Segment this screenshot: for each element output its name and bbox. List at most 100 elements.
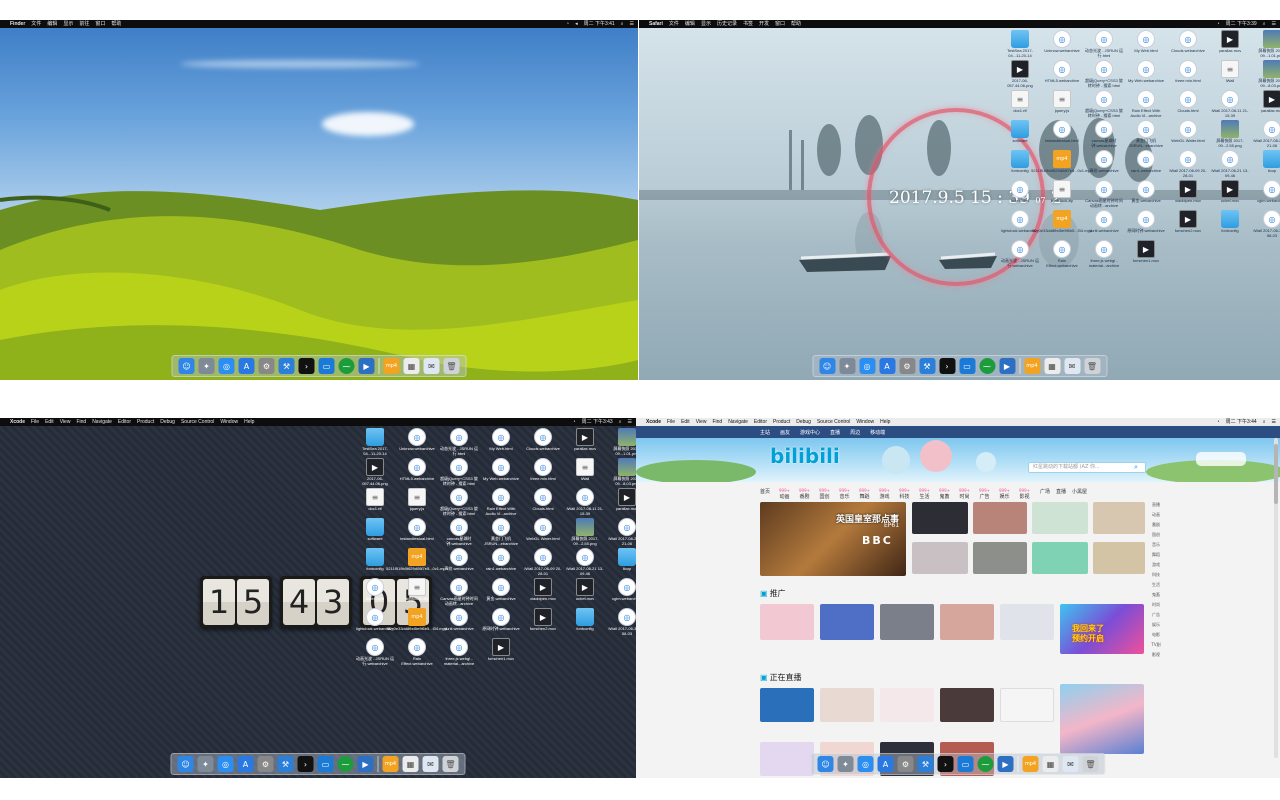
category-item[interactable]: 999+ 娱乐 [999,488,1010,500]
live-thumb[interactable] [760,688,814,722]
iwall-icon[interactable]: ⁓ [337,756,354,772]
desktop-file[interactable]: ◎ three.js webgl - material...archive [440,638,478,666]
desktop-file[interactable]: ≡ iWall [566,458,604,486]
site-search-input[interactable]: 红星跳动的下载站都 (AZ 你... [1028,462,1146,473]
wifi-icon[interactable]: ◔ [573,418,576,426]
desktop-file[interactable]: ▶parallax.mov [608,488,636,516]
trash-icon[interactable]: 🗑 [1084,358,1100,374]
video-thumb[interactable] [973,542,1027,574]
desktop-file[interactable]: ◎ HTML5.webarchive [398,458,436,486]
calculator-grid-icon[interactable]: ▦ [403,358,420,374]
desktop-file[interactable]: ◎ 超级jQuery+CSS3 旋转时钟 - 搜索.html [440,488,478,516]
xcode-icon[interactable]: ⚒ [277,756,294,772]
video-thumb[interactable] [1093,502,1145,534]
launchpad-icon[interactable]: ✦ [197,756,214,772]
app-store-icon[interactable]: A [877,756,894,772]
site-nav-link[interactable]: 主站 [760,429,770,436]
keynote-icon[interactable]: ▭ [318,358,335,374]
category-item[interactable]: 999+ 生活 [919,488,930,500]
launchpad-icon[interactable]: ✦ [839,358,855,374]
desktop-file[interactable]: ▶parallax.mov [1253,90,1280,118]
desktop-file[interactable]: ◎ 原网时钟.webarchive [482,608,520,636]
desktop-file[interactable]: ▶ ochet.mov [566,578,604,606]
iwall-icon[interactable]: ⁓ [977,756,994,772]
category-item[interactable]: 首页 [760,488,770,500]
terminal-icon[interactable]: › [298,358,315,374]
desktop-file[interactable]: fontconfig [566,608,604,636]
site-nav-link[interactable]: 周边 [850,429,860,436]
calculator-grid-icon[interactable]: ▦ [1042,756,1059,772]
menu-item[interactable]: 显示 [63,20,73,28]
desktop-file[interactable]: ◎ Rain Effect With Audio Vi...archive [1127,90,1165,118]
menu-item[interactable]: Edit [45,418,54,426]
menu-item[interactable]: Help [244,418,254,426]
trash-icon[interactable]: 🗑 [443,358,460,374]
keynote-icon[interactable]: ▭ [317,756,334,772]
desktop-file[interactable]: ◎ rain1.webarchive [482,548,520,576]
sidebar-item[interactable]: 鬼畜 [1148,592,1164,598]
notification-icon[interactable]: ☰ [630,20,634,28]
menu-item[interactable]: Help [880,418,890,426]
desktop-file[interactable]: ◎iWall 2017-06-30 15-58-03 [1253,210,1280,238]
live-thumb[interactable] [820,688,874,722]
desktop-file[interactable]: ◎ My Web.html [482,428,520,456]
calculator-grid-icon[interactable]: ▦ [402,756,419,772]
notification-icon[interactable]: ☰ [1272,418,1276,426]
xcode-icon[interactable]: ⚒ [278,358,295,374]
desktop-file[interactable]: ≡ jquery.js [398,488,436,516]
site-nav-link[interactable]: 游戏中心 [800,429,820,436]
sidebar-item[interactable]: 国创 [1148,532,1164,538]
desktop-file[interactable]: ◎iWall 2017-08-23 15-21-06 [1253,120,1280,148]
system-preferences-icon[interactable]: ⚙ [257,756,274,772]
desktop-file[interactable]: ◎ 动画光波 - JSRUN 运行.webarchive [356,638,394,666]
menu-item[interactable]: Window [220,418,238,426]
live-thumb[interactable] [940,688,994,722]
menu-item[interactable]: Navigate [92,418,112,426]
site-nav-link[interactable]: 移动端 [870,429,885,436]
wifi-icon[interactable]: ◔ [1217,20,1220,28]
side-link[interactable]: 直播 [1056,488,1066,495]
menu-item[interactable]: File [31,418,39,426]
desktop-file[interactable]: 屏幕快照 2017-09...1.01.png [1253,30,1280,58]
iwall-icon[interactable]: ⁓ [979,358,995,374]
menu-item[interactable]: 窗口 [95,20,105,28]
menu-app-name[interactable]: Finder [10,20,25,28]
system-preferences-icon[interactable]: ⚙ [897,756,914,772]
system-preferences-icon[interactable]: ⚙ [258,358,275,374]
video-thumb[interactable] [940,604,994,640]
sidebar-item[interactable]: 生活 [1148,582,1164,588]
desktop-file[interactable]: mp4 5211f519b0f629d06f7e5...0c1.mp4 [386,548,448,576]
desktop-file[interactable]: TestSea 2017-04...11-20-14 [356,428,394,456]
search-icon[interactable]: ⌕ [619,418,622,426]
search-icon[interactable]: ⌕ [1263,20,1266,28]
video-thumb[interactable] [1093,542,1145,574]
menu-item[interactable]: 书签 [743,20,753,28]
site-nav-link[interactable]: 直播 [830,429,840,436]
keynote-icon[interactable]: ▭ [959,358,975,374]
video-thumb[interactable] [973,502,1027,534]
sidebar-item[interactable]: 电影 [1148,632,1164,638]
mail-icon[interactable]: ✉ [1064,358,1080,374]
video-thumb[interactable] [1032,542,1088,574]
system-preferences-icon[interactable]: ⚙ [899,358,915,374]
desktop-file[interactable]: ◎ Clouds.html [524,488,562,516]
volume-icon[interactable]: ◂ [575,20,578,28]
desktop-file[interactable]: ◎ yuriii.webarchive [440,608,478,636]
menu-item[interactable]: 编辑 [47,20,57,28]
desktop-file[interactable]: ◎iWall 2017-08-23 15-21-06 [608,518,636,546]
finder-icon[interactable]: ☺ [178,358,195,374]
desktop-file[interactable]: ◎ iWall 2017-06-21 13-09-46 [1211,150,1249,178]
video-thumb[interactable] [1032,502,1088,534]
live-thumb[interactable] [1000,688,1054,722]
sidebar-item[interactable]: 音乐 [1148,542,1164,548]
menu-item[interactable]: Find [712,418,722,426]
desktop-file[interactable]: ≡ lightclock.zip [1043,180,1081,208]
video-thumb[interactable] [912,502,968,534]
menu-item[interactable]: 帮助 [791,20,801,28]
desktop-file[interactable]: 屏幕快照 2017-09...8.03.png [608,458,636,486]
finder-icon[interactable]: ☺ [819,358,835,374]
keynote-icon[interactable]: ▭ [957,756,974,772]
notification-icon[interactable]: ☰ [628,418,632,426]
live-thumb[interactable] [880,688,934,722]
category-item[interactable]: 999+ 科技 [899,488,910,500]
